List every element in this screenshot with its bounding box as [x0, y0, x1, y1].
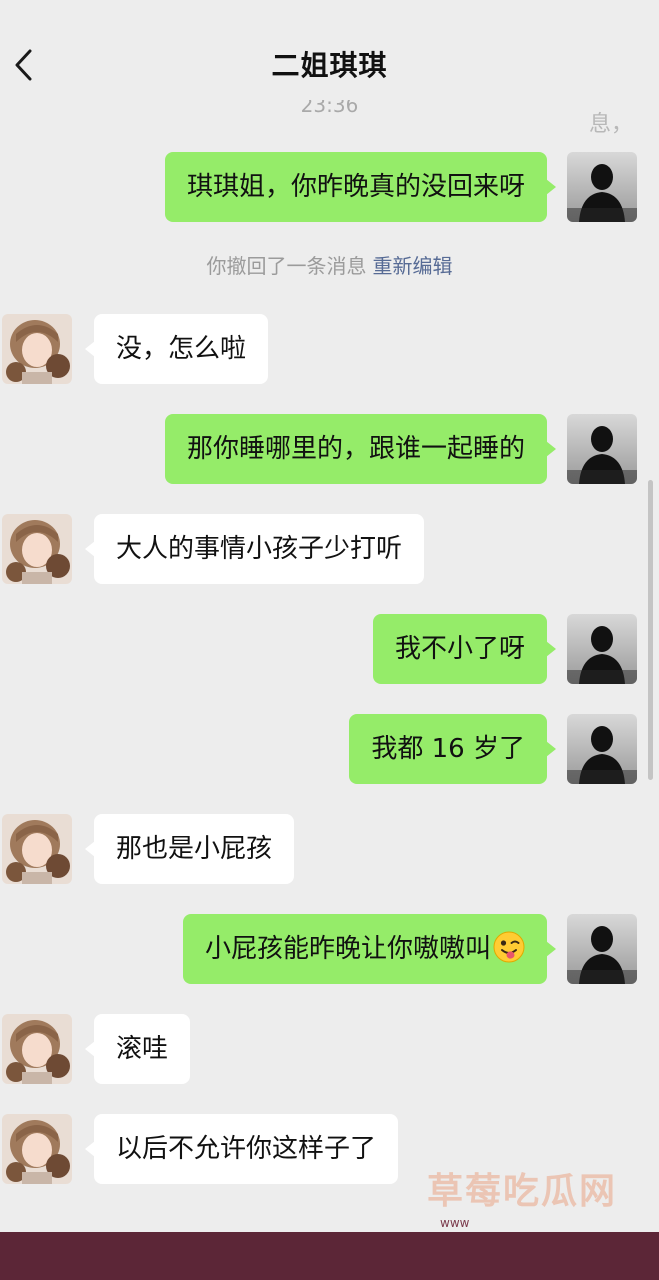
my-avatar[interactable] — [567, 414, 637, 484]
contact-avatar[interactable] — [2, 814, 72, 884]
message-bubble-received[interactable]: 那也是小屁孩 — [84, 814, 295, 884]
recall-notice: 你撤回了一条消息 重新编辑 — [0, 250, 659, 279]
contact-avatar[interactable] — [2, 1114, 72, 1184]
message-bubble-sent[interactable]: 小屁孩能昨晚让你嗷嗷叫 — [182, 914, 557, 984]
message-bubble-sent[interactable]: 我不小了呀 — [372, 614, 557, 684]
bottom-banner — [0, 1232, 659, 1280]
recall-notice-text: 你撤回了一条消息 — [206, 254, 367, 278]
message-bubble-received[interactable]: 以后不允许你这样子了 — [84, 1114, 399, 1184]
my-avatar[interactable] — [567, 714, 637, 784]
contact-avatar[interactable] — [2, 514, 72, 584]
my-avatar[interactable] — [567, 614, 637, 684]
message-bubble-sent[interactable]: 那你睡哪里的，跟谁一起睡的 — [164, 414, 557, 484]
contact-avatar[interactable] — [2, 1014, 72, 1084]
message-bubble-received[interactable]: 没，怎么啦 — [84, 314, 269, 384]
contact-avatar[interactable] — [2, 314, 72, 384]
watermark-subtext: www — [440, 1216, 470, 1230]
notification-fragment: 息， — [588, 112, 633, 137]
scrollbar[interactable] — [648, 480, 653, 780]
chat-title: 二姐琪琪 — [271, 49, 388, 82]
chat-header: 二姐琪琪 — [0, 0, 659, 100]
message-bubble-sent[interactable]: 琪琪姐，你昨晚真的没回来呀 — [164, 152, 557, 222]
my-avatar[interactable] — [567, 914, 637, 984]
message-bubble-received[interactable]: 大人的事情小孩子少打听 — [84, 514, 425, 584]
winking-face-tongue-icon — [493, 931, 525, 962]
watermark-text: 草莓吃瓜网 — [426, 1171, 617, 1212]
message-text: 小屁孩能昨晚让你嗷嗷叫 — [204, 934, 491, 964]
my-avatar[interactable] — [567, 152, 637, 222]
reedit-link[interactable]: 重新编辑 — [373, 254, 453, 278]
message-bubble-received[interactable]: 滚哇 — [84, 1014, 191, 1084]
message-bubble-sent[interactable]: 我都 16 岁了 — [349, 714, 556, 784]
